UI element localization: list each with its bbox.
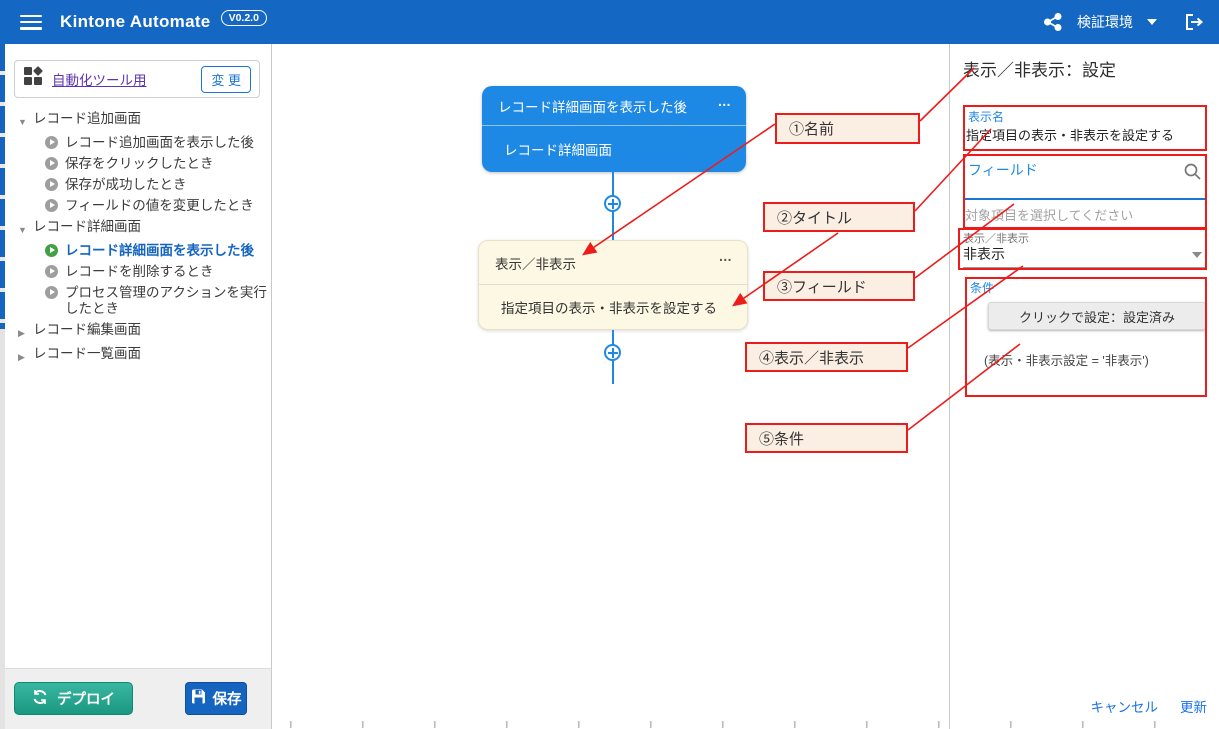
canvas-ruler-ticks — [218, 721, 1219, 728]
tree-event[interactable]: 保存をクリックしたとき — [5, 153, 271, 174]
node-menu-icon[interactable]: … — [718, 94, 733, 109]
share-icon[interactable] — [1043, 12, 1063, 32]
sidebar-footer: デプロイ 保存 — [5, 668, 271, 729]
chevron-down-icon[interactable] — [1147, 19, 1157, 25]
app-header: Kintone Automate V0.2.0 検証環境 — [0, 0, 1219, 44]
play-icon — [45, 265, 58, 278]
chevron-down-icon[interactable] — [1192, 252, 1202, 258]
annotation-title: ②タイトル — [763, 202, 915, 232]
condition-label: 条件 — [970, 279, 994, 296]
display-name-value[interactable]: 指定項目の表示・非表示を設定する — [966, 125, 1174, 144]
search-icon[interactable] — [1183, 162, 1202, 186]
field-placeholder[interactable]: 対象項目を選択してください — [965, 205, 1133, 224]
tree-group-record-edit[interactable]: ▶レコード編集画面 — [5, 319, 271, 343]
play-icon — [45, 286, 58, 299]
trigger-node-subtitle: レコード詳細画面 — [482, 126, 746, 171]
visibility-select[interactable]: 非表示 — [963, 244, 1005, 264]
condition-summary: (表示・非表示設定 = '非表示') — [984, 350, 1149, 369]
expand-arrow-icon: ▼ — [18, 111, 33, 130]
annotation-visibility: ④表示／非表示 — [745, 342, 908, 372]
app-selector-box: 自動化ツール用 変 更 — [14, 60, 260, 98]
event-tree: ▼レコード追加画面 レコード追加画面を表示した後 保存をクリックしたとき 保存が… — [5, 108, 271, 367]
action-node-title: 表示／非表示 — [495, 253, 576, 273]
annotation-condition: ⑤条件 — [745, 423, 908, 453]
condition-set-button[interactable]: クリックで設定：設定済み — [988, 302, 1206, 330]
play-icon — [45, 136, 58, 149]
floppy-icon — [191, 689, 206, 708]
hamburger-icon[interactable] — [20, 15, 42, 30]
tree-group-record-list[interactable]: ▶レコード一覧画面 — [5, 343, 271, 367]
annotation-field: ③フィールド — [763, 271, 915, 301]
play-icon — [45, 178, 58, 191]
settings-panel: 表示／非表示：設定 表示名 指定項目の表示・非表示を設定する フィールド 対象項… — [951, 44, 1219, 729]
tree-event[interactable]: 保存が成功したとき — [5, 174, 271, 195]
version-badge: V0.2.0 — [221, 10, 267, 26]
action-node[interactable]: 表示／非表示 … 指定項目の表示・非表示を設定する — [478, 240, 748, 330]
tree-group-record-add[interactable]: ▼レコード追加画面 — [5, 108, 271, 132]
flow-canvas: レコード詳細画面を表示した後 … レコード詳細画面 表示／非表示 … 指定項目の… — [272, 44, 950, 729]
display-name-label: 表示名 — [968, 108, 1004, 125]
tree-event[interactable]: プロセス管理のアクションを実行したとき — [5, 282, 271, 319]
field-label: フィールド — [968, 160, 1038, 180]
environment-selector[interactable]: 検証環境 — [1077, 12, 1133, 32]
panel-title: 表示／非表示：設定 — [963, 56, 1116, 81]
cancel-link[interactable]: キャンセル — [1091, 696, 1159, 716]
sidebar: 自動化ツール用 変 更 ▼レコード追加画面 レコード追加画面を表示した後 保存を… — [5, 44, 272, 729]
save-button[interactable]: 保存 — [185, 682, 247, 715]
app-tiles-icon — [23, 66, 44, 92]
trigger-node-title: レコード詳細画面を表示した後 — [498, 96, 687, 116]
app-name-link[interactable]: 自動化ツール用 — [52, 69, 201, 89]
tree-event-selected[interactable]: レコード詳細画面を表示した後 — [5, 240, 271, 261]
play-icon-active — [45, 244, 58, 257]
action-node-subtitle: 指定項目の表示・非表示を設定する — [479, 285, 747, 329]
sync-icon — [32, 689, 48, 709]
update-link[interactable]: 更新 — [1180, 696, 1207, 716]
kintone-automate-window: Kintone Automate V0.2.0 検証環境 自動化ツール用 変 更… — [0, 0, 1219, 729]
field-input-underline — [963, 198, 1207, 200]
visibility-underline — [963, 267, 1207, 268]
highlight-rect-condition — [965, 277, 1207, 397]
tree-group-record-detail[interactable]: ▼レコード詳細画面 — [5, 216, 271, 240]
change-app-button[interactable]: 変 更 — [201, 66, 251, 93]
app-title: Kintone Automate — [60, 12, 211, 32]
play-icon — [45, 157, 58, 170]
tree-event[interactable]: レコードを削除するとき — [5, 261, 271, 282]
collapse-arrow-icon: ▶ — [18, 346, 33, 365]
play-icon — [45, 199, 58, 212]
expand-arrow-icon: ▼ — [18, 219, 33, 238]
tree-event[interactable]: レコード追加画面を表示した後 — [5, 132, 271, 153]
trigger-node[interactable]: レコード詳細画面を表示した後 … レコード詳細画面 — [482, 86, 746, 172]
collapse-arrow-icon: ▶ — [18, 322, 33, 341]
node-menu-icon[interactable]: … — [719, 249, 734, 264]
add-step-icon[interactable] — [604, 344, 621, 361]
deploy-button[interactable]: デプロイ — [14, 682, 133, 715]
annotation-name: ①名前 — [775, 113, 920, 144]
tree-event[interactable]: フィールドの値を変更したとき — [5, 195, 271, 216]
logout-icon[interactable] — [1183, 12, 1205, 32]
add-step-icon[interactable] — [604, 195, 621, 212]
